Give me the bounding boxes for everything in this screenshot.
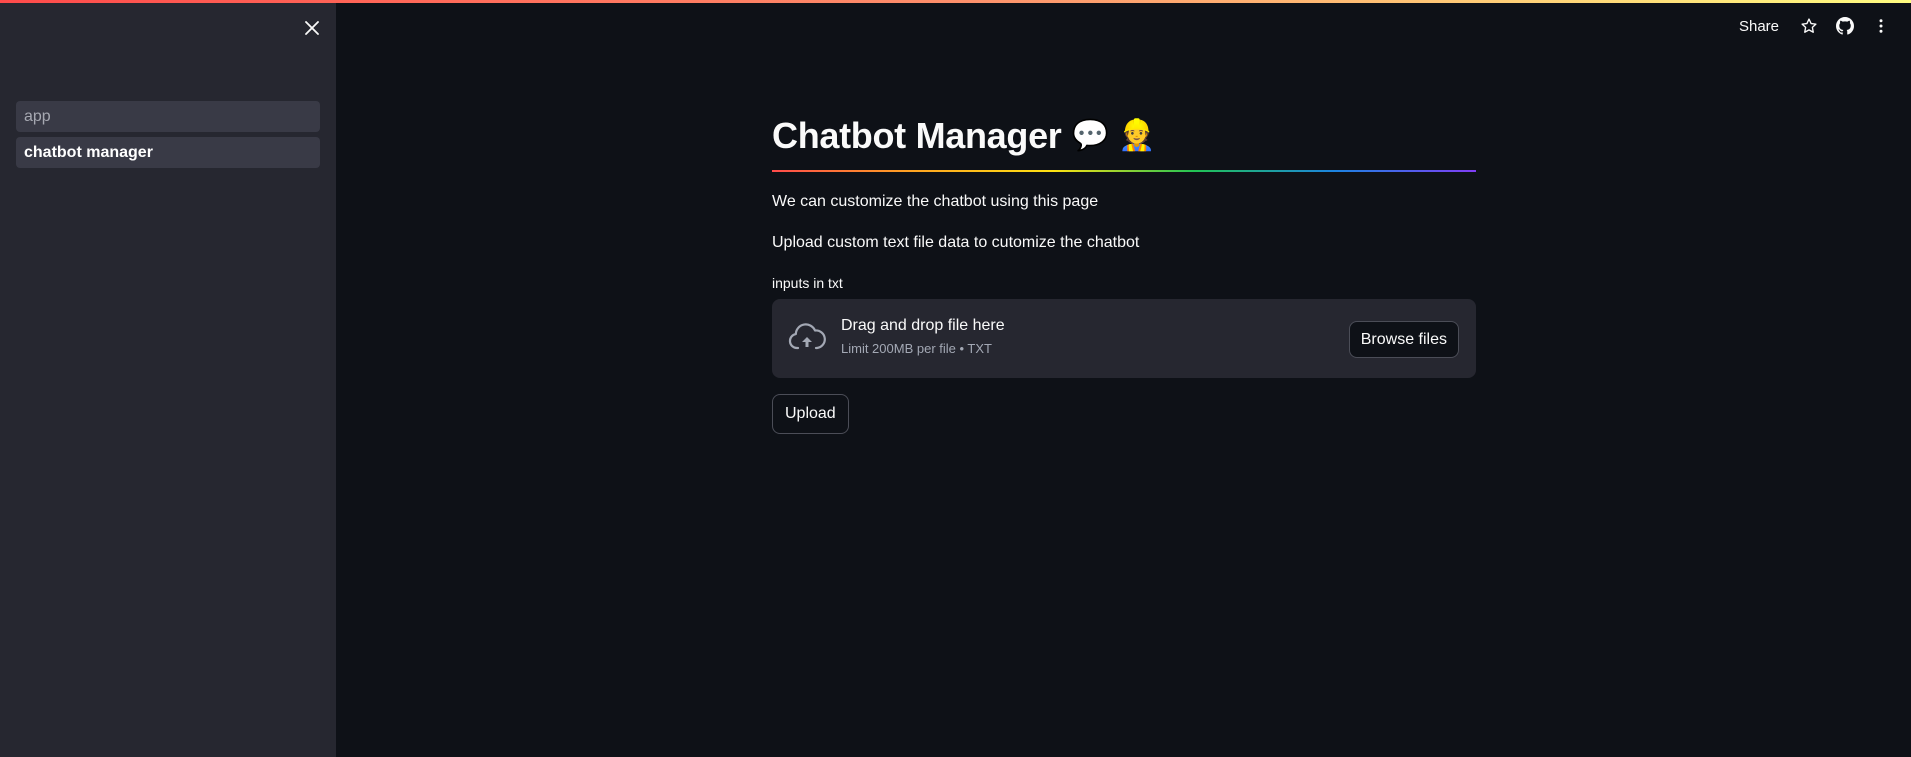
- file-uploader-label: inputs in txt: [772, 275, 843, 291]
- sidebar-item-chatbot-manager[interactable]: chatbot manager: [16, 137, 320, 168]
- share-button[interactable]: Share: [1733, 16, 1785, 37]
- title-emojis: 💬 👷: [1071, 118, 1156, 153]
- upload-button[interactable]: Upload: [772, 394, 849, 434]
- page-title-row: Chatbot Manager 💬 👷: [772, 112, 1476, 160]
- github-button[interactable]: [1833, 14, 1857, 38]
- more-vertical-icon: [1879, 19, 1883, 33]
- page-title: Chatbot Manager: [772, 115, 1062, 156]
- main-menu-button[interactable]: [1869, 14, 1893, 38]
- rainbow-divider: [772, 170, 1476, 172]
- sidebar: app chatbot manager: [0, 0, 336, 757]
- main-content: Chatbot Manager 💬 👷 We can customize the…: [772, 112, 1476, 434]
- star-icon: [1801, 18, 1817, 33]
- star-button[interactable]: [1797, 14, 1821, 38]
- sidebar-item-label: app: [24, 107, 51, 125]
- cloud-upload-icon: [788, 323, 826, 350]
- close-sidebar-button[interactable]: [300, 16, 324, 40]
- file-dropzone[interactable]: Drag and drop file here Limit 200MB per …: [772, 299, 1476, 378]
- dropzone-subtitle: Limit 200MB per file • TXT: [841, 341, 992, 356]
- browse-files-button[interactable]: Browse files: [1348, 321, 1459, 358]
- dropzone-text: Drag and drop file here Limit 200MB per …: [841, 317, 1005, 356]
- header-toolbar: Share: [1733, 14, 1893, 38]
- upload-instructions: Upload custom text file data to cutomize…: [772, 234, 1140, 251]
- sidebar-item-app[interactable]: app: [16, 101, 320, 132]
- sidebar-nav: app chatbot manager: [16, 101, 320, 168]
- github-icon: [1836, 17, 1854, 35]
- dropzone-title: Drag and drop file here: [841, 317, 1005, 334]
- close-icon: [305, 21, 319, 35]
- top-decoration-bar: [0, 0, 1911, 3]
- intro-text: We can customize the chatbot using this …: [772, 193, 1099, 210]
- sidebar-item-label: chatbot manager: [24, 143, 153, 161]
